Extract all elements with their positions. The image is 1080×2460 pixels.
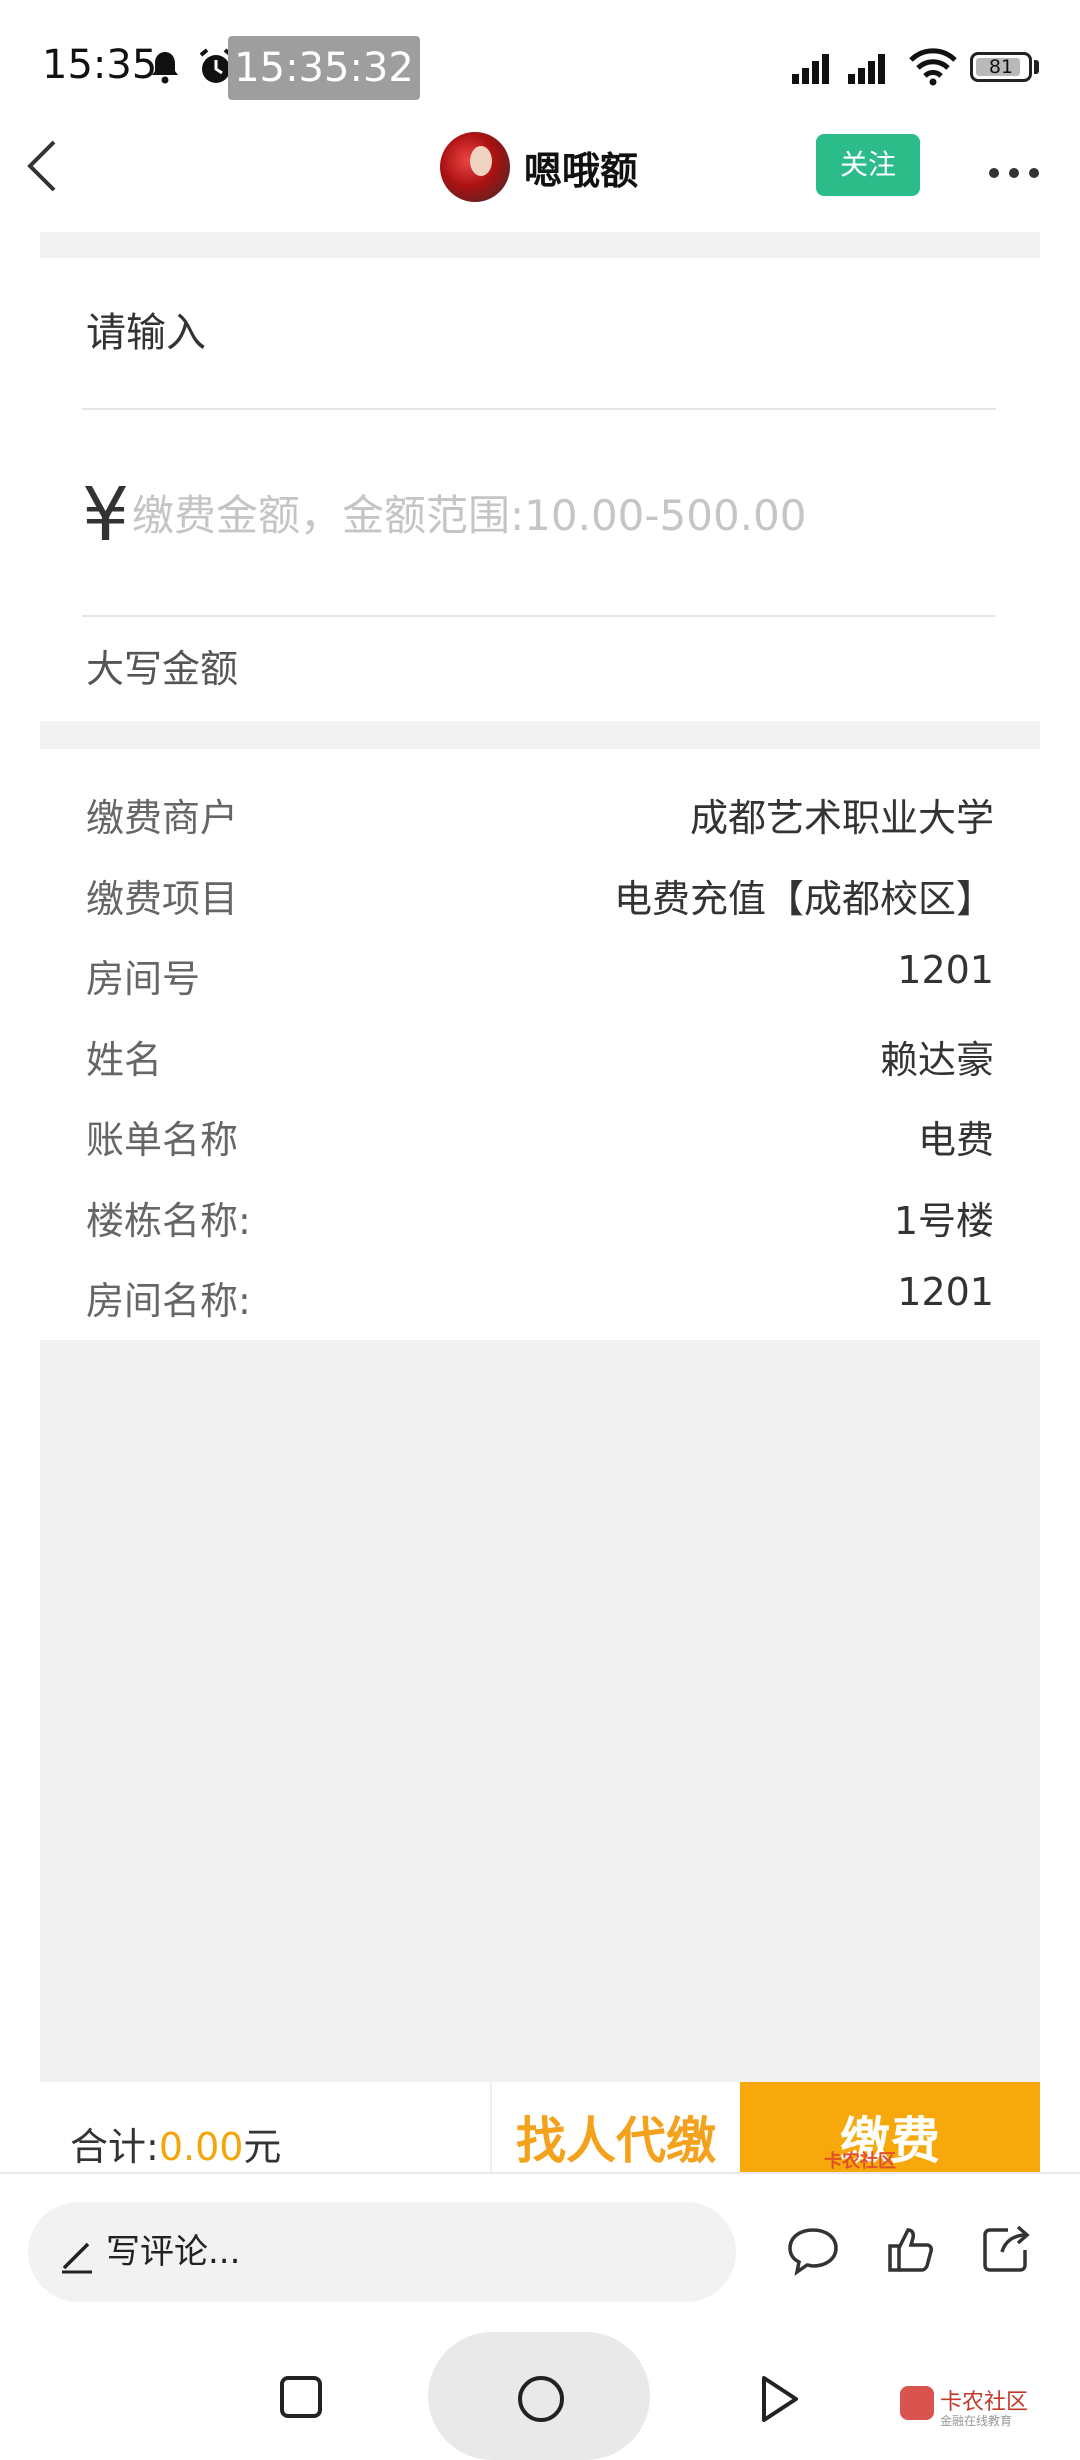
comment-input[interactable]: 写评论...	[28, 2202, 736, 2302]
info-row: 楼栋名称: 1号楼	[40, 1178, 1040, 1259]
pay-watermark: 卡农社区	[824, 2151, 896, 2172]
back-triangle-icon[interactable]	[758, 2374, 802, 2428]
status-time: 15:35	[42, 42, 158, 88]
info-label: 账单名称	[86, 1118, 239, 1162]
post-header: 嗯哦额 关注	[0, 120, 1080, 230]
signal-icon	[792, 50, 838, 88]
total-bar: 合计:0.00元 找人代缴 缴费 卡农社区	[40, 2082, 1040, 2174]
wifi-icon	[908, 46, 958, 90]
clock-overlay: 15:35:32	[228, 36, 420, 100]
signal-icon-2	[848, 50, 894, 88]
info-label: 缴费项目	[86, 876, 239, 921]
info-value: 电费	[917, 1118, 994, 1162]
info-row: 缴费商户 成都艺术职业大学	[40, 775, 1040, 856]
info-row: 账单名称 电费	[40, 1097, 1040, 1178]
author-name[interactable]: 嗯哦额	[524, 140, 638, 195]
yen-icon: ¥	[82, 472, 130, 558]
info-label: 房间号	[86, 957, 201, 1001]
info-value: 赖达豪	[879, 1037, 994, 1082]
status-bar: 15:35 15:35:32 81	[0, 0, 1080, 130]
info-label: 房间名称:	[86, 1279, 251, 1323]
proxy-pay-button[interactable]: 找人代缴	[492, 2082, 740, 2174]
blank-area	[40, 1340, 1040, 2082]
info-value: 成都艺术职业大学	[689, 796, 994, 840]
home-icon[interactable]	[518, 2376, 564, 2422]
comment-icon[interactable]	[786, 2226, 840, 2280]
watermark: 卡农社区 金融在线教育	[900, 2384, 1060, 2444]
info-label: 姓名	[86, 1037, 163, 1082]
battery-level: 81	[988, 56, 1014, 78]
comment-bar: 写评论...	[0, 2174, 1080, 2324]
uppercase-amount-label: 大写金额	[86, 647, 239, 691]
payment-panel: 请输入 ¥ 缴费金额，金额范围:10.00-500.00 大写金额 缴费商户 成…	[40, 232, 1040, 1339]
total-value: 0.00	[158, 2125, 244, 2169]
info-row: 缴费项目 电费充值【成都校区】	[40, 856, 1040, 937]
total-label: 合计:0.00元	[70, 2125, 282, 2169]
pay-button[interactable]: 缴费 卡农社区	[740, 2082, 1040, 2174]
watermark-logo-icon	[900, 2386, 934, 2420]
pen-icon	[58, 2236, 96, 2278]
info-value: 1号楼	[893, 1198, 994, 1243]
back-icon[interactable]	[22, 136, 62, 200]
system-nav-bar: 卡农社区 金融在线教育	[0, 2324, 1080, 2460]
input-title: 请输入	[86, 310, 206, 356]
avatar[interactable]	[440, 132, 510, 202]
info-label: 楼栋名称:	[86, 1198, 251, 1243]
amount-row[interactable]: ¥ 缴费金额，金额范围:10.00-500.00	[40, 410, 1040, 615]
watermark-subtitle: 金融在线教育	[940, 2414, 1013, 2428]
payment-info-list: 缴费商户 成都艺术职业大学 缴费项目 电费充值【成都校区】 房间号 1201 姓…	[40, 749, 1040, 1339]
follow-button[interactable]: 关注	[816, 134, 920, 196]
info-row: 姓名 赖达豪	[40, 1017, 1040, 1098]
battery-icon: 81	[970, 52, 1032, 82]
info-row: 房间号 1201	[40, 936, 1040, 1017]
info-value: 电费充值【成都校区】	[613, 876, 994, 921]
bell-icon	[150, 50, 180, 88]
info-value: 1201	[897, 1270, 994, 1314]
recent-apps-icon[interactable]	[280, 2376, 322, 2418]
info-value: 1201	[897, 948, 994, 992]
info-label: 缴费商户	[86, 796, 239, 840]
amount-input[interactable]: 缴费金额，金额范围:10.00-500.00	[132, 488, 807, 544]
comment-placeholder: 写评论...	[106, 2232, 241, 2272]
info-row: 房间名称: 1201	[40, 1258, 1040, 1339]
share-icon[interactable]	[980, 2224, 1034, 2278]
more-icon[interactable]	[988, 164, 1040, 183]
like-icon[interactable]	[886, 2224, 936, 2278]
